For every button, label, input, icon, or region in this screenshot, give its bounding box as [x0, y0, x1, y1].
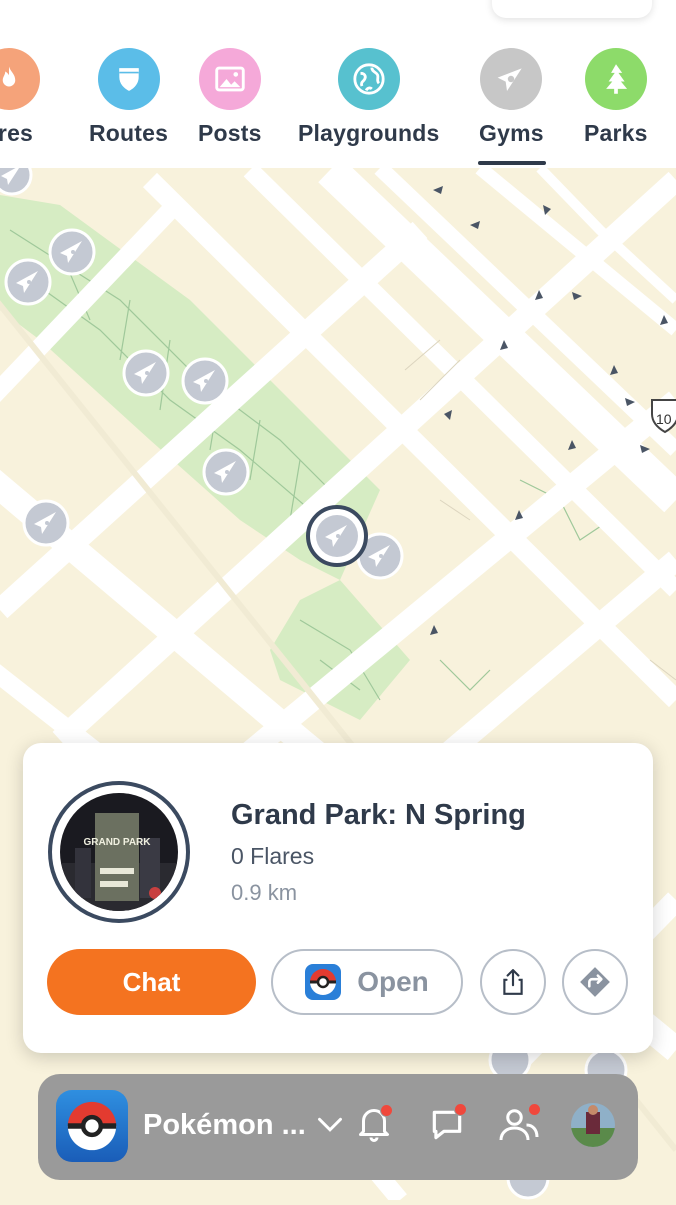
category-label: Routes [89, 120, 169, 146]
tree-icon [584, 48, 647, 110]
category-label: ares [0, 120, 34, 146]
share-button[interactable] [480, 949, 546, 1015]
category-label: Posts [198, 120, 262, 146]
notification-dot [380, 1104, 393, 1117]
category-gyms[interactable]: Gyms [479, 48, 544, 147]
directions-button[interactable] [562, 949, 628, 1015]
top-header-control[interactable] [492, 0, 652, 18]
flame-icon [0, 48, 40, 110]
svg-text:10: 10 [656, 411, 672, 427]
place-photo: GRAND PARK [48, 781, 190, 923]
category-flares[interactable]: ares [0, 48, 40, 147]
category-parks[interactable]: Parks [584, 48, 648, 147]
friends-people-icon[interactable] [498, 1103, 541, 1149]
chevron-down-icon[interactable] [316, 1114, 344, 1139]
messages-chat-icon[interactable] [428, 1103, 467, 1149]
category-label: Playgrounds [298, 120, 440, 146]
place-photo-image: GRAND PARK [60, 793, 178, 911]
selected-gym-marker [306, 505, 368, 567]
category-label: Parks [584, 120, 648, 146]
place-distance: 0.9 km [231, 880, 298, 905]
category-routes[interactable]: Routes [89, 48, 168, 147]
notification-dot [528, 1103, 541, 1116]
share-icon [500, 968, 526, 996]
pokeball-icon [305, 964, 342, 1000]
route-shield-icon [97, 48, 160, 110]
svg-text:GRAND PARK: GRAND PARK [83, 837, 151, 848]
place-flares-count: 0 Flares [231, 843, 315, 869]
image-icon [198, 48, 261, 110]
open-button-label: Open [357, 966, 429, 997]
category-label: Gyms [479, 120, 544, 146]
category-bar: ares Routes Posts Playgrounds Gyms Parks [0, 0, 676, 168]
category-playgrounds[interactable]: Playgrounds [298, 48, 440, 147]
chat-button[interactable]: Chat [47, 949, 256, 1015]
globe-icon [337, 48, 400, 110]
profile-avatar[interactable] [570, 1102, 616, 1153]
directions-icon [578, 965, 612, 999]
notifications-bell-icon[interactable] [356, 1104, 393, 1149]
place-card[interactable]: GRAND PARK Grand Park: N Spring 0 Flares… [23, 743, 653, 1053]
open-app-button[interactable]: Open [271, 949, 463, 1015]
notification-dot [454, 1103, 467, 1116]
app-switcher-label[interactable]: Pokémon ... [143, 1109, 306, 1142]
pokemon-go-app-icon[interactable] [56, 1090, 128, 1162]
bottom-bar: Pokémon ... [38, 1074, 638, 1180]
place-title: Grand Park: N Spring [231, 799, 526, 831]
selected-tab-indicator [478, 161, 546, 165]
gym-pin-icon [480, 48, 543, 110]
category-posts[interactable]: Posts [198, 48, 262, 147]
